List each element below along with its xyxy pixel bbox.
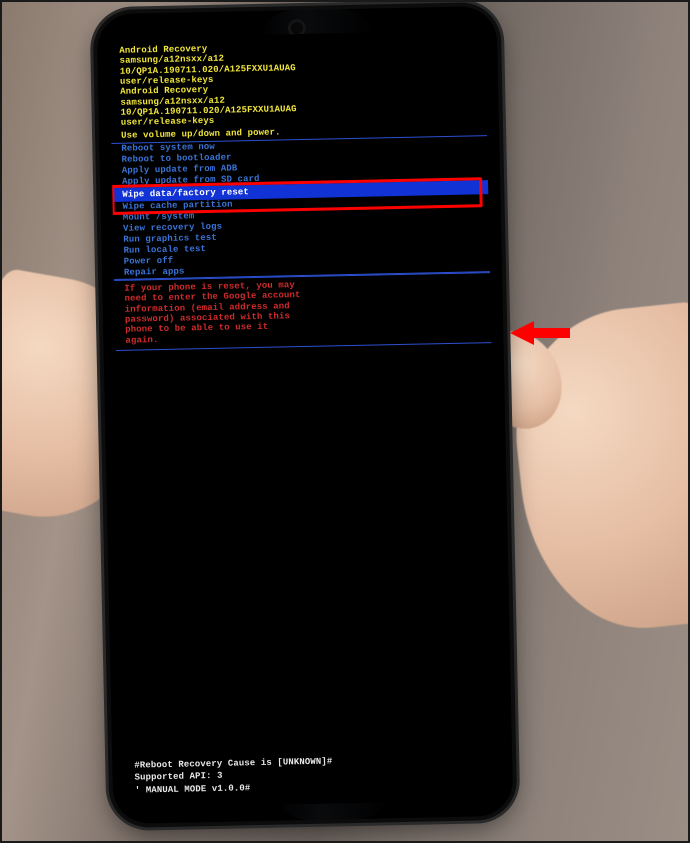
frp-warning: If your phone is reset, you may need to …: [114, 272, 491, 351]
recovery-screen: Android Recoverysamsung/a12nsxx/a1210/QP…: [109, 30, 501, 808]
right-hand: [504, 300, 690, 639]
scene: Android Recoverysamsung/a12nsxx/a1210/QP…: [0, 0, 690, 843]
recovery-header: Android Recoverysamsung/a12nsxx/a1210/QP…: [109, 30, 487, 131]
recovery-menu[interactable]: Reboot system nowReboot to bootloaderApp…: [111, 135, 490, 280]
front-camera-notch: [291, 22, 303, 34]
recovery-footer: #Reboot Recovery Cause is [UNKNOWN]# Sup…: [134, 751, 491, 795]
phone-frame: Android Recoverysamsung/a12nsxx/a1210/QP…: [97, 6, 514, 824]
